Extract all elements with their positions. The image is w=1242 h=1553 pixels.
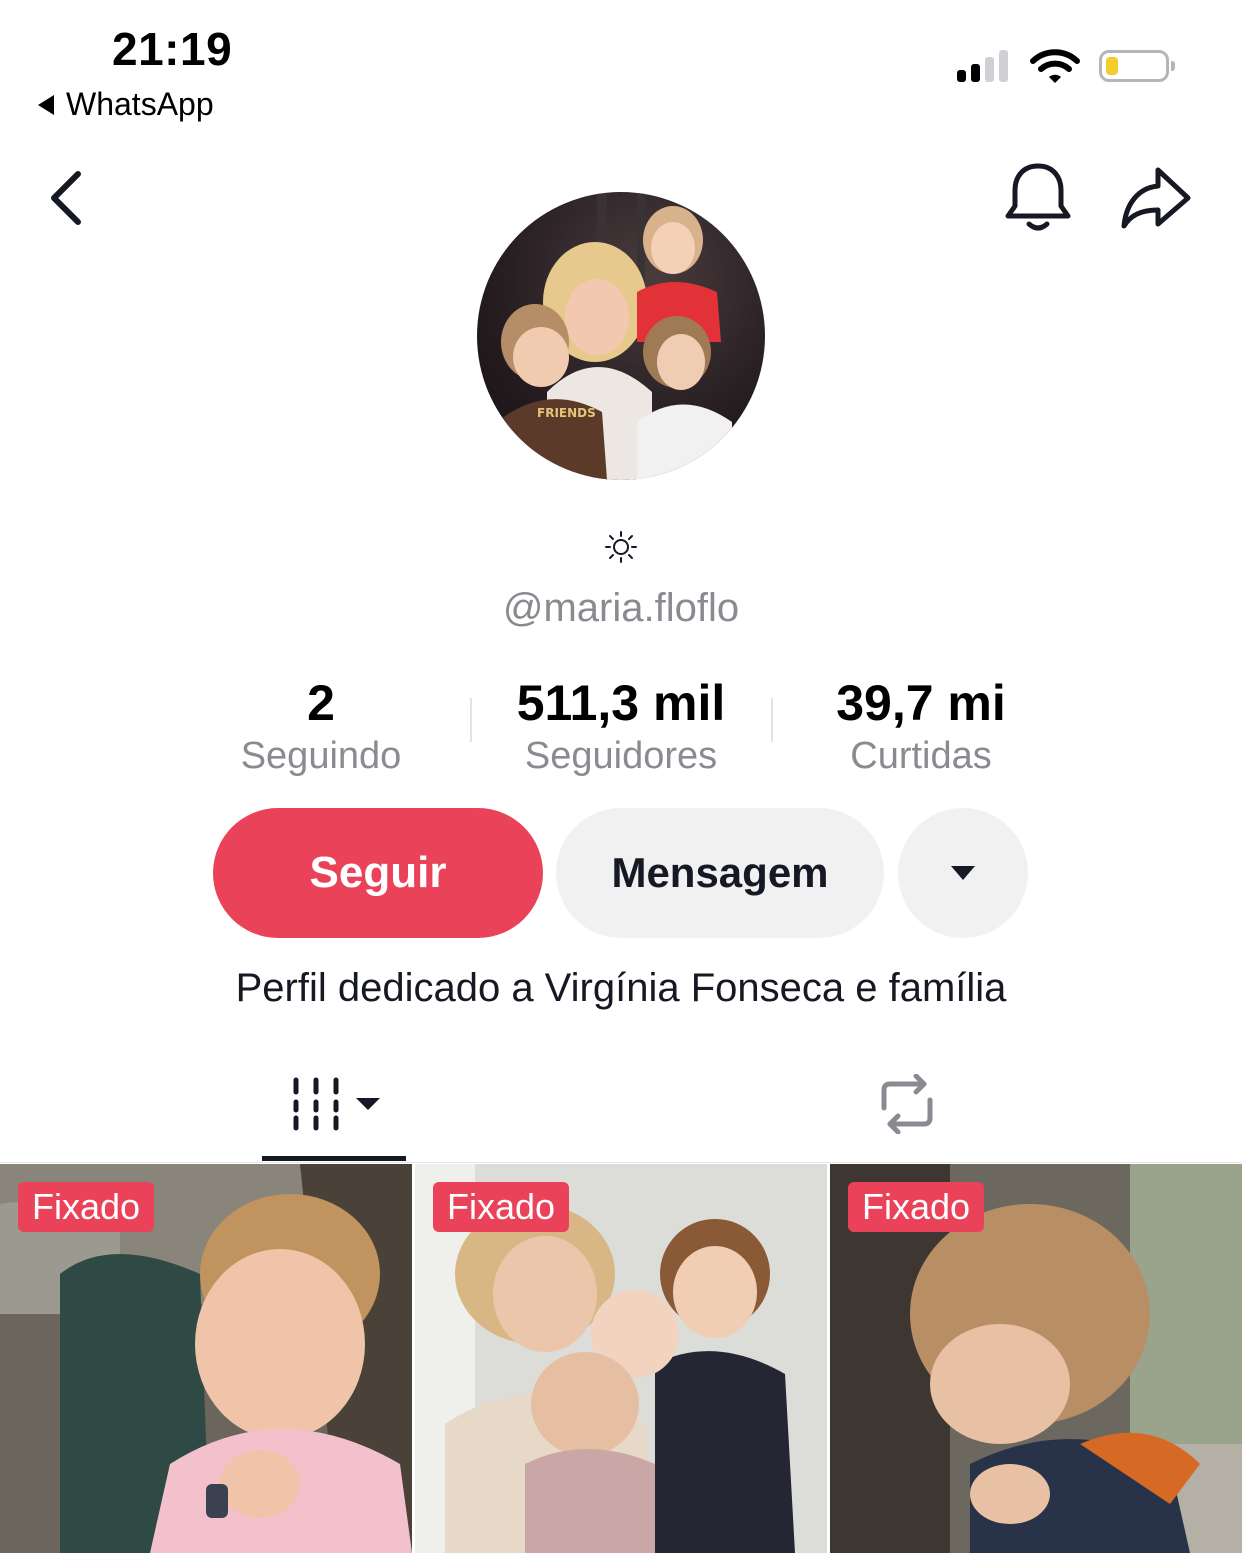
tab-videos[interactable] [262, 1062, 406, 1162]
video-tile[interactable]: Fixado [0, 1164, 412, 1553]
stat-following-label: Seguindo [240, 735, 402, 777]
back-button[interactable] [40, 166, 90, 235]
status-time: 21:19 [112, 23, 233, 75]
repost-icon [881, 1073, 933, 1135]
bell-icon [1005, 163, 1071, 231]
avatar-photo: FRIENDS [497, 192, 732, 480]
notifications-button[interactable] [1002, 160, 1074, 241]
tab-reposts[interactable] [872, 1073, 942, 1139]
video-tile[interactable]: Fixado [415, 1164, 827, 1553]
stat-following-value: 2 [307, 675, 335, 731]
video-tile[interactable]: Fixado [830, 1164, 1242, 1553]
back-triangle-icon [38, 94, 54, 115]
back-to-app-link[interactable]: WhatsApp [38, 86, 214, 123]
pinned-badge: Fixado [848, 1182, 985, 1232]
username: @maria.floflo [502, 586, 740, 630]
stat-likes: 39,7 mi Curtidas [771, 676, 1071, 780]
follow-button[interactable]: Seguir [213, 808, 543, 938]
share-button[interactable] [1116, 160, 1196, 241]
stat-likes-label: Curtidas [850, 735, 992, 777]
message-button[interactable]: Mensagem [556, 808, 884, 938]
stat-followers-value: 511,3 mil [516, 675, 726, 731]
stat-following[interactable]: 2 Seguindo [171, 676, 471, 780]
pinned-badge: Fixado [433, 1182, 570, 1232]
active-tab-indicator [262, 1156, 406, 1161]
chevron-left-icon [51, 171, 81, 225]
sun-icon [605, 531, 637, 563]
wifi-icon [1030, 48, 1080, 91]
grid-bars-icon [293, 1077, 380, 1131]
signal-strength-icon [957, 50, 1008, 82]
back-app-label: WhatsApp [66, 86, 214, 122]
stat-likes-value: 39,7 mi [836, 675, 1006, 731]
caret-down-icon [951, 866, 975, 880]
battery-icon [1099, 50, 1175, 82]
more-options-button[interactable] [898, 808, 1028, 938]
svg-text:FRIENDS: FRIENDS [537, 406, 596, 420]
share-arrow-icon [1121, 167, 1191, 229]
stat-followers[interactable]: 511,3 mil Seguidores [471, 676, 771, 780]
tab-bar-divider [0, 1162, 1242, 1163]
pinned-badge: Fixado [18, 1182, 155, 1232]
stat-followers-label: Seguidores [524, 735, 718, 777]
profile-bio: Perfil dedicado a Virgínia Fonseca e fam… [235, 966, 1007, 1010]
profile-avatar[interactable]: FRIENDS [477, 192, 765, 480]
